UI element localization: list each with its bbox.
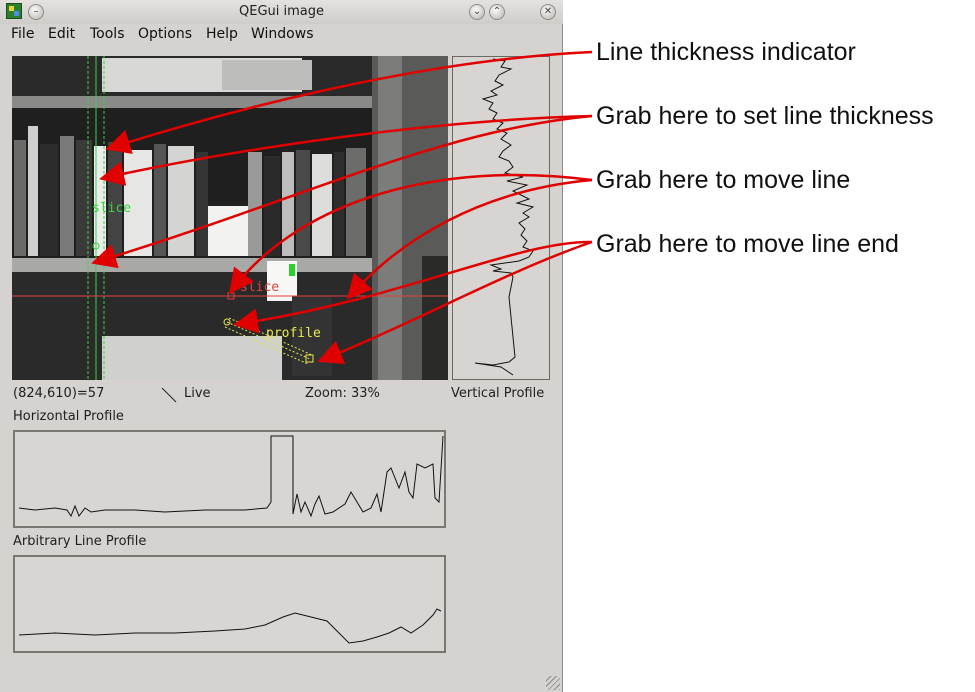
title-bar[interactable]: – QEGui image ⌄ ⌃ ✕ — [0, 0, 563, 24]
horizontal-slice-label: slice — [240, 280, 279, 295]
horizontal-profile-label: Horizontal Profile — [13, 409, 124, 424]
menu-file[interactable]: File — [11, 26, 34, 42]
arbitrary-profile-label: Arbitrary Line Profile — [13, 534, 147, 549]
annotation-move-line-end: Grab here to move line end — [596, 230, 899, 258]
menu-bar: File Edit Tools Options Help Windows — [0, 24, 563, 44]
annotation-thickness-indicator: Line thickness indicator — [596, 38, 856, 66]
menu-edit[interactable]: Edit — [48, 26, 75, 42]
menu-options[interactable]: Options — [138, 26, 192, 42]
maximize-button[interactable]: ⌃ — [489, 4, 505, 20]
vertical-profile-label: Vertical Profile — [451, 386, 545, 401]
menu-help[interactable]: Help — [206, 26, 238, 42]
profile-line-label: profile — [266, 326, 321, 341]
zoom-readout: Zoom: 33% — [305, 386, 380, 401]
vertical-profile-plot — [452, 56, 550, 380]
arbitrary-profile-plot — [13, 555, 446, 653]
vertical-slice-label: slice — [92, 201, 131, 216]
resize-grip[interactable] — [546, 676, 560, 690]
qegui-image-window: – QEGui image ⌄ ⌃ ✕ File Edit Tools Opti… — [0, 0, 563, 692]
image-display[interactable]: slice slice profile — [12, 56, 448, 380]
line-tool-icon — [161, 387, 177, 403]
annotation-move-line: Grab here to move line — [596, 166, 851, 194]
horizontal-profile-plot — [13, 430, 446, 528]
live-status: Live — [184, 386, 211, 401]
annotation-set-thickness: Grab here to set line thickness — [596, 102, 934, 130]
pixel-value-readout: (824,610)=57 — [13, 386, 105, 401]
close-button[interactable]: ✕ — [540, 4, 556, 20]
menu-windows[interactable]: Windows — [251, 26, 314, 42]
minimize-button[interactable]: ⌄ — [469, 4, 485, 20]
menu-tools[interactable]: Tools — [90, 26, 125, 42]
bookshelf-image: slice slice profile — [12, 56, 448, 380]
